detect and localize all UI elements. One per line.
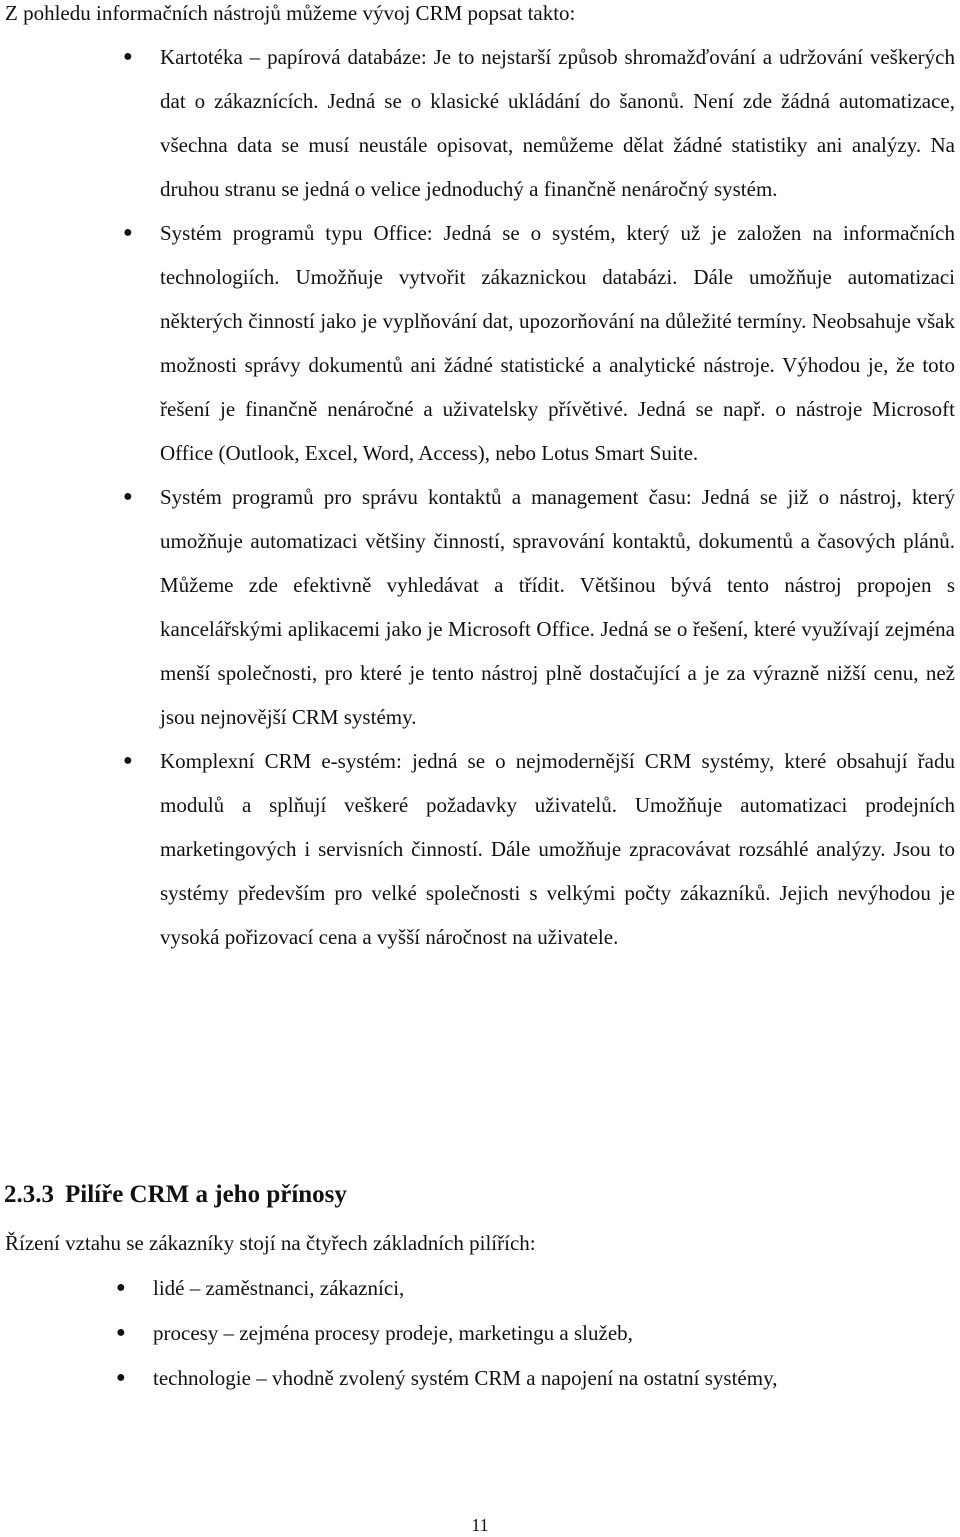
- bullet-icon: ●: [116, 1324, 126, 1341]
- bullet-icon: ●: [116, 1369, 126, 1386]
- list-item: ● Systém programů typu Office: Jedná se …: [123, 211, 955, 475]
- list-item-text: lidé – zaměstnanci, zákazníci,: [153, 1276, 405, 1300]
- list-item-text: Systém programů typu Office: Jedná se o …: [160, 221, 955, 465]
- pillars-intro-paragraph: Řízení vztahu se zákazníky stojí na čtyř…: [5, 1231, 536, 1255]
- pillars-list: ● lidé – zaměstnanci, zákazníci, ● proce…: [116, 1266, 955, 1401]
- list-item-text: Kartotéka – papírová databáze: Je to nej…: [160, 45, 955, 201]
- list-item-text: technologie – vhodně zvolený systém CRM …: [153, 1366, 778, 1390]
- list-item: ● Kartotéka – papírová databáze: Je to n…: [123, 35, 955, 211]
- bullet-icon: ●: [123, 224, 133, 241]
- list-item-text: Komplexní CRM e-systém: jedná se o nejmo…: [160, 749, 955, 949]
- bullet-icon: ●: [123, 48, 133, 65]
- section-title: Pilíře CRM a jeho přínosy: [65, 1181, 347, 1208]
- list-item: ● Systém programů pro správu kontaktů a …: [123, 475, 955, 739]
- crm-tools-list: ● Kartotéka – papírová databáze: Je to n…: [123, 35, 955, 959]
- list-item: ● lidé – zaměstnanci, zákazníci,: [116, 1266, 955, 1310]
- section-heading: 2.3.3 Pilíře CRM a jeho přínosy: [4, 1173, 347, 1217]
- list-item: ● Komplexní CRM e-systém: jedná se o nej…: [123, 739, 955, 959]
- bullet-icon: ●: [116, 1279, 126, 1296]
- intro-paragraph: Z pohledu informačních nástrojů můžeme v…: [5, 1, 576, 25]
- list-item-text: Systém programů pro správu kontaktů a ma…: [160, 485, 955, 729]
- bullet-icon: ●: [123, 752, 133, 769]
- list-item-text: procesy – zejména procesy prodeje, marke…: [153, 1321, 633, 1345]
- list-item: ● procesy – zejména procesy prodeje, mar…: [116, 1311, 955, 1355]
- section-number: 2.3.3: [4, 1181, 54, 1208]
- page-number: 11: [471, 1515, 489, 1535]
- bullet-icon: ●: [123, 488, 133, 505]
- list-item: ● technologie – vhodně zvolený systém CR…: [116, 1356, 955, 1400]
